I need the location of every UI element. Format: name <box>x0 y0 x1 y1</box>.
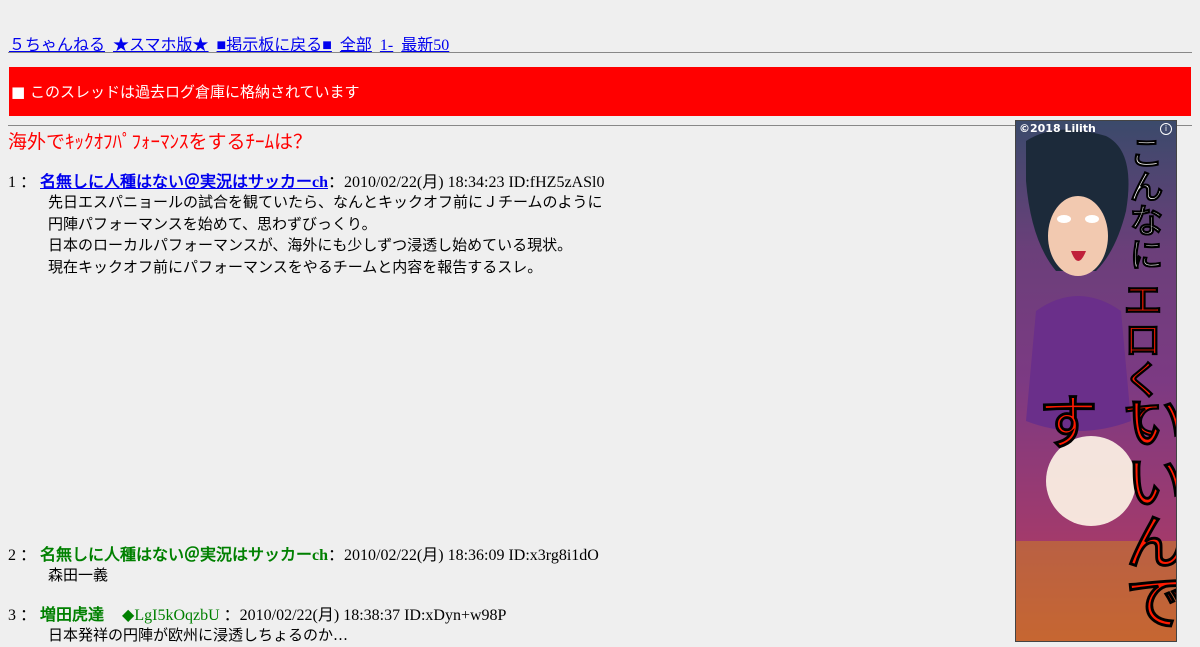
post-number: 2 <box>8 547 16 564</box>
post-body: 日本発祥の円陣が欧州に浸透しちょるのか… <box>48 626 349 644</box>
post: 1： 名無しに人種はない＠実況はサッカーch：2010/02/22(月) 18:… <box>8 168 604 278</box>
poster-name: 増田虎達 <box>40 607 105 624</box>
post-meta: ：2010/02/22(月) 18:38:37 ID:xDyn+w98P <box>223 607 507 624</box>
post: 3： 増田虎達 ◆LgI5kOqzbU ：2010/02/22(月) 18:38:… <box>8 601 506 647</box>
ad-copyright: ©2018 Lilith <box>1019 122 1096 135</box>
archive-notice: ■ このスレッドは過去ログ倉庫に格納されています <box>9 67 1191 116</box>
ad-text: いいんです <box>1028 391 1177 632</box>
post-body: 先日エスパニョールの試合を観ていたら、なんとキックオフ前にＪチームのように 円陣… <box>48 193 603 276</box>
poster-name: 名無しに人種はない＠実況はサッカーch <box>40 547 329 564</box>
post-number: 3 <box>8 607 16 624</box>
ad-text: こんなに <box>1123 135 1164 272</box>
post-meta: ：2010/02/22(月) 18:34:23 ID:fHZ5zASl0 <box>328 174 605 191</box>
thread-title: 海外でｷｯｸｵﾌﾊﾟﾌｫｰﾏﾝｽをするﾁｰﾑは？ <box>8 131 313 153</box>
post-meta: ：2010/02/22(月) 18:36:09 ID:x3rg8i1dO <box>328 547 599 564</box>
advertisement-banner[interactable]: ©2018 Lilith i こんなに エロくて いいんです <box>1015 120 1177 642</box>
post: 2： 名無しに人種はない＠実況はサッカーch：2010/02/22(月) 18:… <box>8 541 599 587</box>
divider <box>8 52 1192 53</box>
ad-info-icon[interactable]: i <box>1160 123 1172 135</box>
post-number: 1 <box>8 174 16 191</box>
poster-name-link[interactable]: 名無しに人種はない＠実況はサッカーch <box>40 174 328 191</box>
post-body: 森田一義 <box>48 566 109 584</box>
poster-trip: ◆LgI5kOqzbU <box>122 607 220 624</box>
